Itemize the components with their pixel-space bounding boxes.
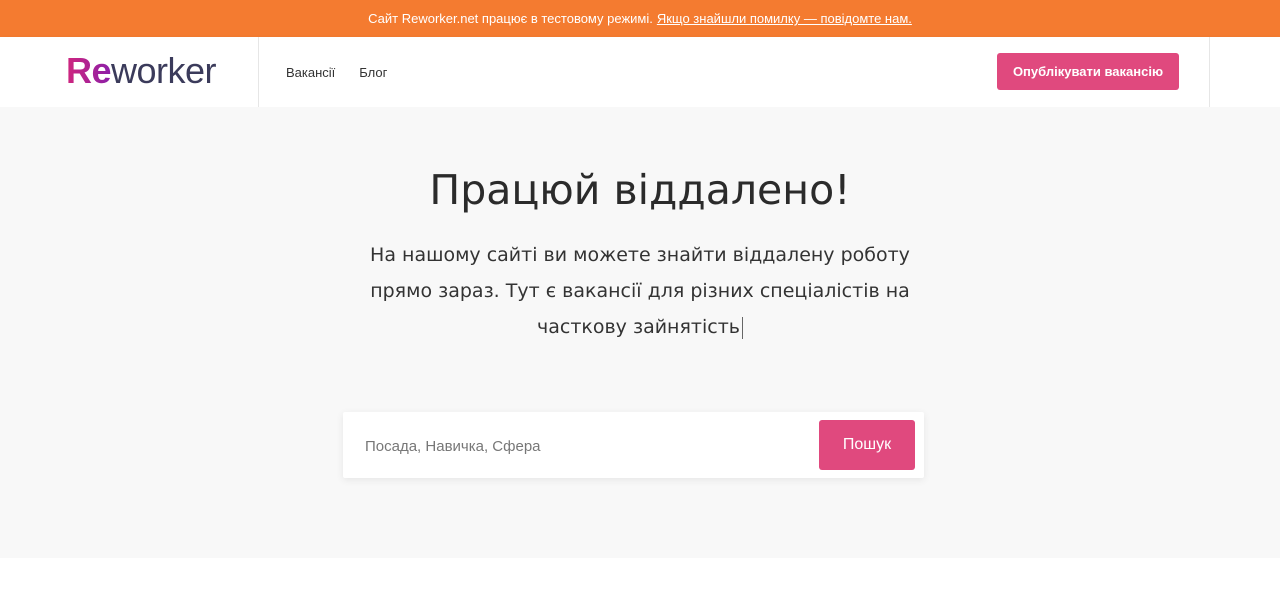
announcement-text: Сайт Reworker.net працює в тестовому реж…: [368, 11, 653, 26]
header-divider-right: [1209, 37, 1210, 107]
hero-title: Працюй віддалено!: [429, 166, 851, 214]
site-header: Re worker Вакансії Блог Опублікувати вака…: [0, 37, 1280, 107]
hero-section: Працюй віддалено! На нашому сайті ви мож…: [0, 107, 1280, 558]
typing-caret: [741, 316, 743, 339]
search-button[interactable]: Пошук: [819, 420, 915, 470]
nav-item-blog[interactable]: Блог: [359, 65, 387, 80]
announcement-bar: Сайт Reworker.net працює в тестовому реж…: [0, 0, 1280, 37]
search-input[interactable]: [363, 425, 817, 467]
publish-vacancy-button[interactable]: Опублікувати вакансію: [997, 53, 1179, 90]
logo-accent: Re: [66, 50, 112, 91]
header-divider-left: [258, 37, 259, 107]
search-box: Пошук: [343, 412, 924, 478]
logo-rest: worker: [111, 50, 217, 91]
nav-item-vacancies[interactable]: Вакансії: [286, 65, 335, 80]
main-nav: Вакансії Блог: [286, 37, 387, 107]
hero-subtitle: На нашому сайті ви можете знайти віддале…: [340, 237, 940, 345]
hero-subtitle-text: На нашому сайті ви можете знайти віддале…: [370, 244, 910, 338]
next-section-peek: [0, 558, 1280, 597]
reworker-logo[interactable]: Re worker: [66, 50, 217, 91]
report-bug-link[interactable]: Якщо знайшли помилку — повідомте нам.: [657, 11, 912, 26]
